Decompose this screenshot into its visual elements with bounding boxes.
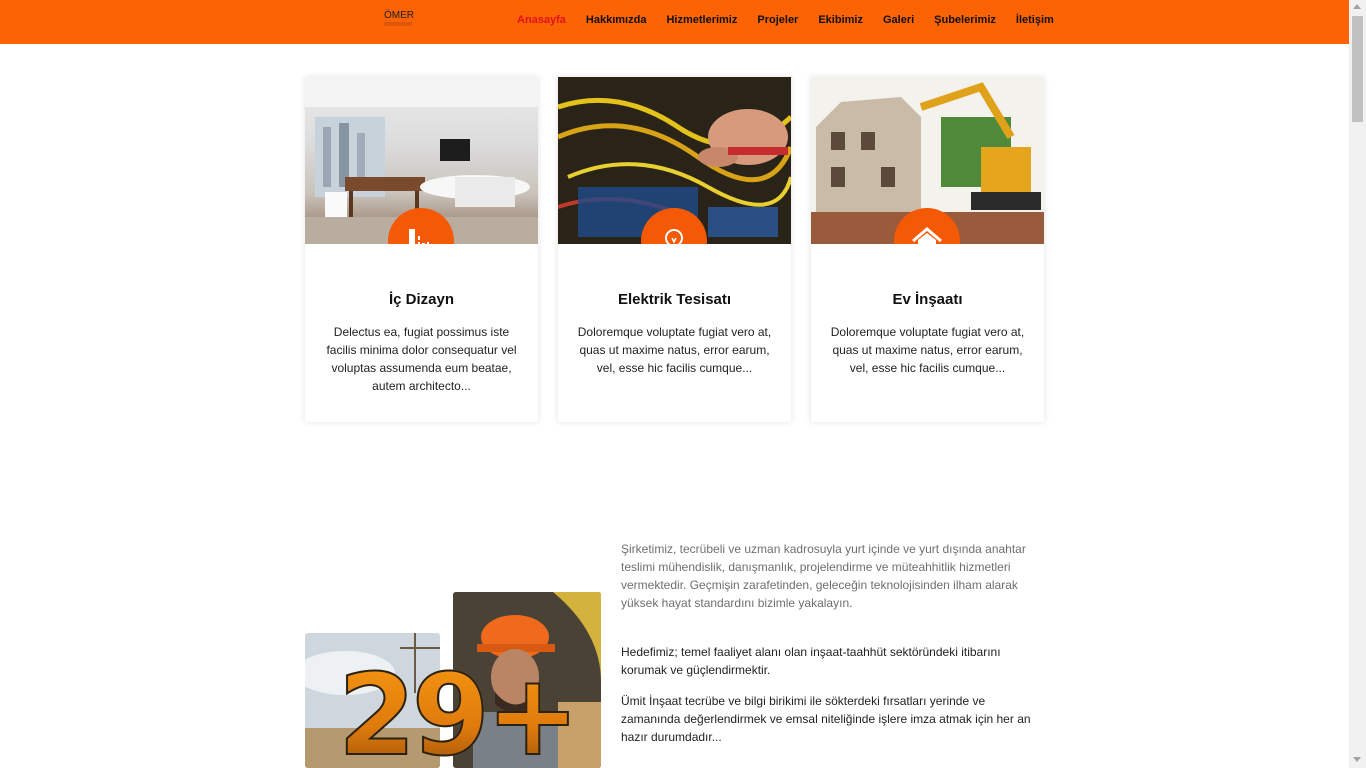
site-logo[interactable]: ÖMER — [384, 10, 414, 26]
nav-link-hakkimizda[interactable]: Hakkımızda — [586, 14, 647, 26]
service-description: Doloremque voluptate fugiat vero at, qua… — [830, 325, 1025, 375]
nav-link-subelerimiz[interactable]: Şubelerimiz — [934, 14, 996, 26]
house-icon — [912, 227, 942, 244]
main-nav: Anasayfa Hakkımızda Hizmetlerimiz Projel… — [517, 14, 1074, 26]
service-title: İç Dizayn — [388, 291, 455, 308]
about-paragraph-experience: Ümit İnşaat tecrübe ve bilgi birikimi il… — [621, 694, 1031, 744]
service-image-electrical — [558, 77, 791, 244]
service-title: Ev İnşaatı — [892, 291, 963, 308]
service-card-ev-insaati[interactable]: Ev İnşaatı Doloremque voluptate fugiat v… — [811, 77, 1044, 422]
nav-link-galeri[interactable]: Galeri — [883, 14, 914, 26]
service-description: Delectus ea, fugiat possimus iste facili… — [326, 325, 517, 393]
page: ÖMER Anasayfa Hakkımızda Hizmetlerimiz P… — [0, 0, 1366, 768]
nav-link-iletisim[interactable]: İletişim — [1016, 14, 1054, 26]
top-navbar: ÖMER Anasayfa Hakkımızda Hizmetlerimiz P… — [0, 0, 1349, 44]
about-paragraph-goal: Hedefimiz; temel faaliyet alanı olan inş… — [621, 645, 1001, 677]
scroll-up-arrow-icon[interactable] — [1353, 4, 1361, 9]
experience-years-badge: 29+ — [337, 651, 581, 768]
logo-subline — [384, 22, 412, 26]
logo-text: ÖMER — [384, 10, 414, 21]
nav-link-projeler[interactable]: Projeler — [757, 14, 798, 26]
service-image-office — [305, 77, 538, 244]
service-description: Doloremque voluptate fugiat vero at, qua… — [577, 325, 772, 375]
service-card-elektrik-tesisati[interactable]: Elektrik Tesisatı Doloremque voluptate f… — [558, 77, 791, 422]
about-paragraph-intro: Şirketimiz, tecrübeli ve uzman kadrosuyl… — [621, 542, 1026, 610]
vertical-scrollbar[interactable] — [1349, 0, 1366, 768]
nav-link-anasayfa[interactable]: Anasayfa — [517, 14, 566, 26]
nav-link-hizmetlerimiz[interactable]: Hizmetlerimiz — [666, 14, 737, 26]
lightbulb-icon — [665, 229, 683, 244]
ruler-square-icon — [409, 229, 429, 244]
service-card-ic-dizayn[interactable]: İç Dizayn Delectus ea, fugiat possimus i… — [305, 77, 538, 422]
scrollbar-thumb[interactable] — [1352, 16, 1363, 122]
scroll-down-arrow-icon[interactable] — [1353, 757, 1361, 762]
service-title: Elektrik Tesisatı — [617, 291, 732, 308]
service-image-demolition — [811, 77, 1044, 244]
nav-link-ekibimiz[interactable]: Ekibimiz — [818, 14, 863, 26]
